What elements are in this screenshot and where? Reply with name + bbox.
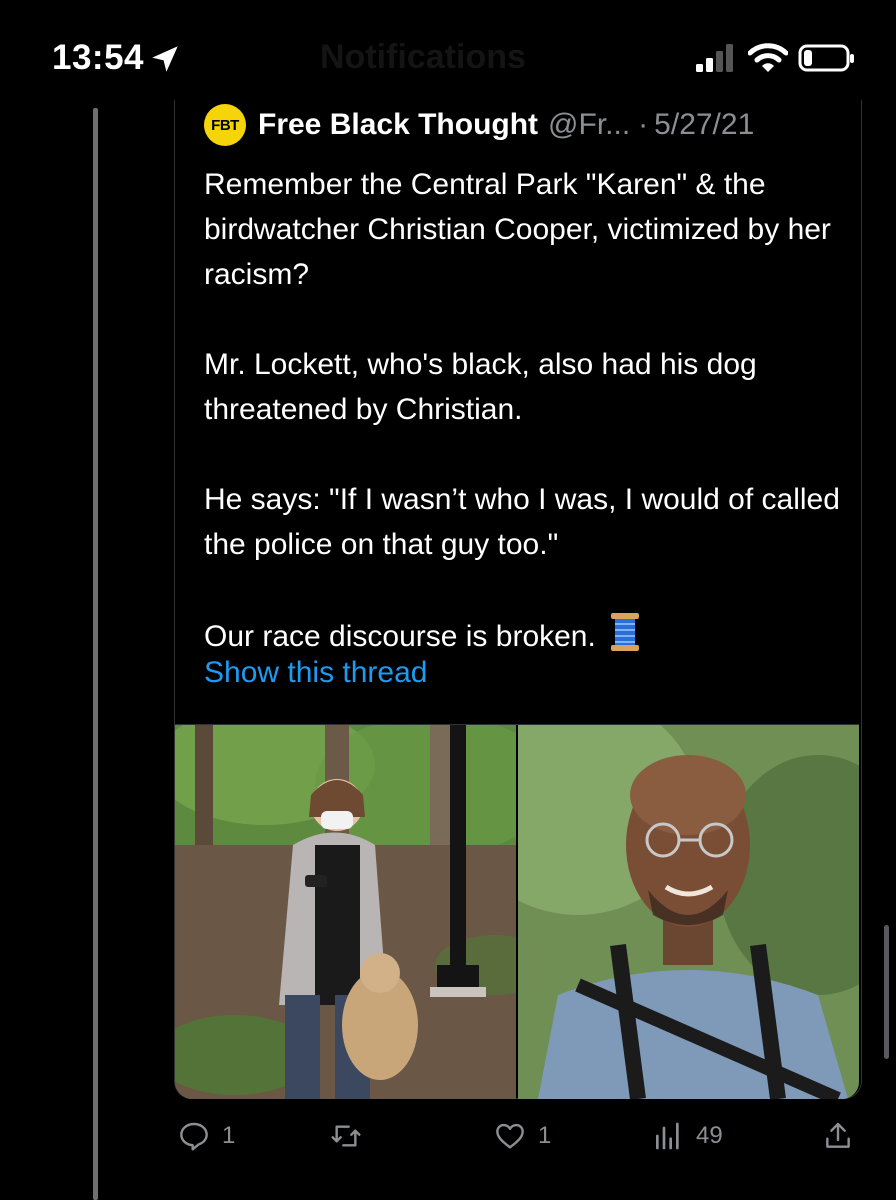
cellular-signal-icon bbox=[696, 44, 733, 72]
avatar[interactable]: FBT bbox=[204, 104, 246, 146]
author-handle[interactable]: @Fr... bbox=[548, 108, 630, 142]
reply-count: 1 bbox=[222, 1122, 236, 1149]
tweet-action-bar: 1 1 49 bbox=[0, 1110, 896, 1170]
author-name[interactable]: Free Black Thought bbox=[258, 108, 538, 142]
tweet-paragraph: Our race discourse is broken. bbox=[204, 620, 596, 653]
views-chart-icon bbox=[656, 1122, 679, 1150]
quoted-tweet-header: FBT Free Black Thought @Fr... · 5/27/21 bbox=[204, 104, 754, 146]
reply-button[interactable]: 1 bbox=[178, 1120, 235, 1152]
views-button[interactable]: 49 bbox=[652, 1120, 723, 1152]
like-button[interactable]: 1 bbox=[494, 1120, 551, 1152]
scrollbar[interactable] bbox=[884, 925, 889, 1059]
views-count: 49 bbox=[696, 1122, 723, 1149]
share-button[interactable] bbox=[822, 1120, 854, 1152]
thread-line bbox=[93, 108, 98, 1200]
tweet-paragraph-last: Our race discourse is broken. bbox=[204, 612, 844, 659]
heart-icon bbox=[496, 1123, 524, 1149]
tweet-paragraph: Remember the Central Park "Karen" & the … bbox=[204, 168, 831, 291]
spool-of-thread-icon bbox=[610, 613, 639, 651]
reply-icon bbox=[180, 1122, 208, 1151]
location-arrow-icon bbox=[152, 46, 178, 72]
photo-illustration bbox=[518, 725, 859, 1099]
page-title: Notifications bbox=[320, 38, 526, 76]
battery-icon bbox=[798, 44, 854, 72]
tweet-text: Remember the Central Park "Karen" & the … bbox=[204, 162, 844, 659]
tweet-paragraph: He says: "If I wasn’t who I was, I would… bbox=[204, 483, 840, 561]
like-count: 1 bbox=[538, 1122, 552, 1149]
tweet-paragraph: Mr. Lockett, who's black, also had his d… bbox=[204, 348, 757, 426]
wifi-icon bbox=[748, 43, 788, 72]
retweet-icon bbox=[331, 1125, 361, 1147]
tweet-date[interactable]: 5/27/21 bbox=[654, 108, 754, 142]
separator-dot: · bbox=[638, 108, 649, 141]
status-bar: 13:54 Notifications bbox=[0, 0, 896, 110]
share-icon bbox=[826, 1122, 850, 1148]
retweet-button[interactable] bbox=[330, 1120, 374, 1152]
woman-with-dog-photo[interactable] bbox=[175, 725, 516, 1099]
status-time: 13:54 bbox=[52, 38, 145, 77]
tweet-media[interactable] bbox=[175, 724, 859, 1099]
photo-illustration bbox=[175, 725, 516, 1099]
man-with-glasses-photo[interactable] bbox=[518, 725, 859, 1099]
show-thread-link[interactable]: Show this thread bbox=[204, 656, 427, 690]
